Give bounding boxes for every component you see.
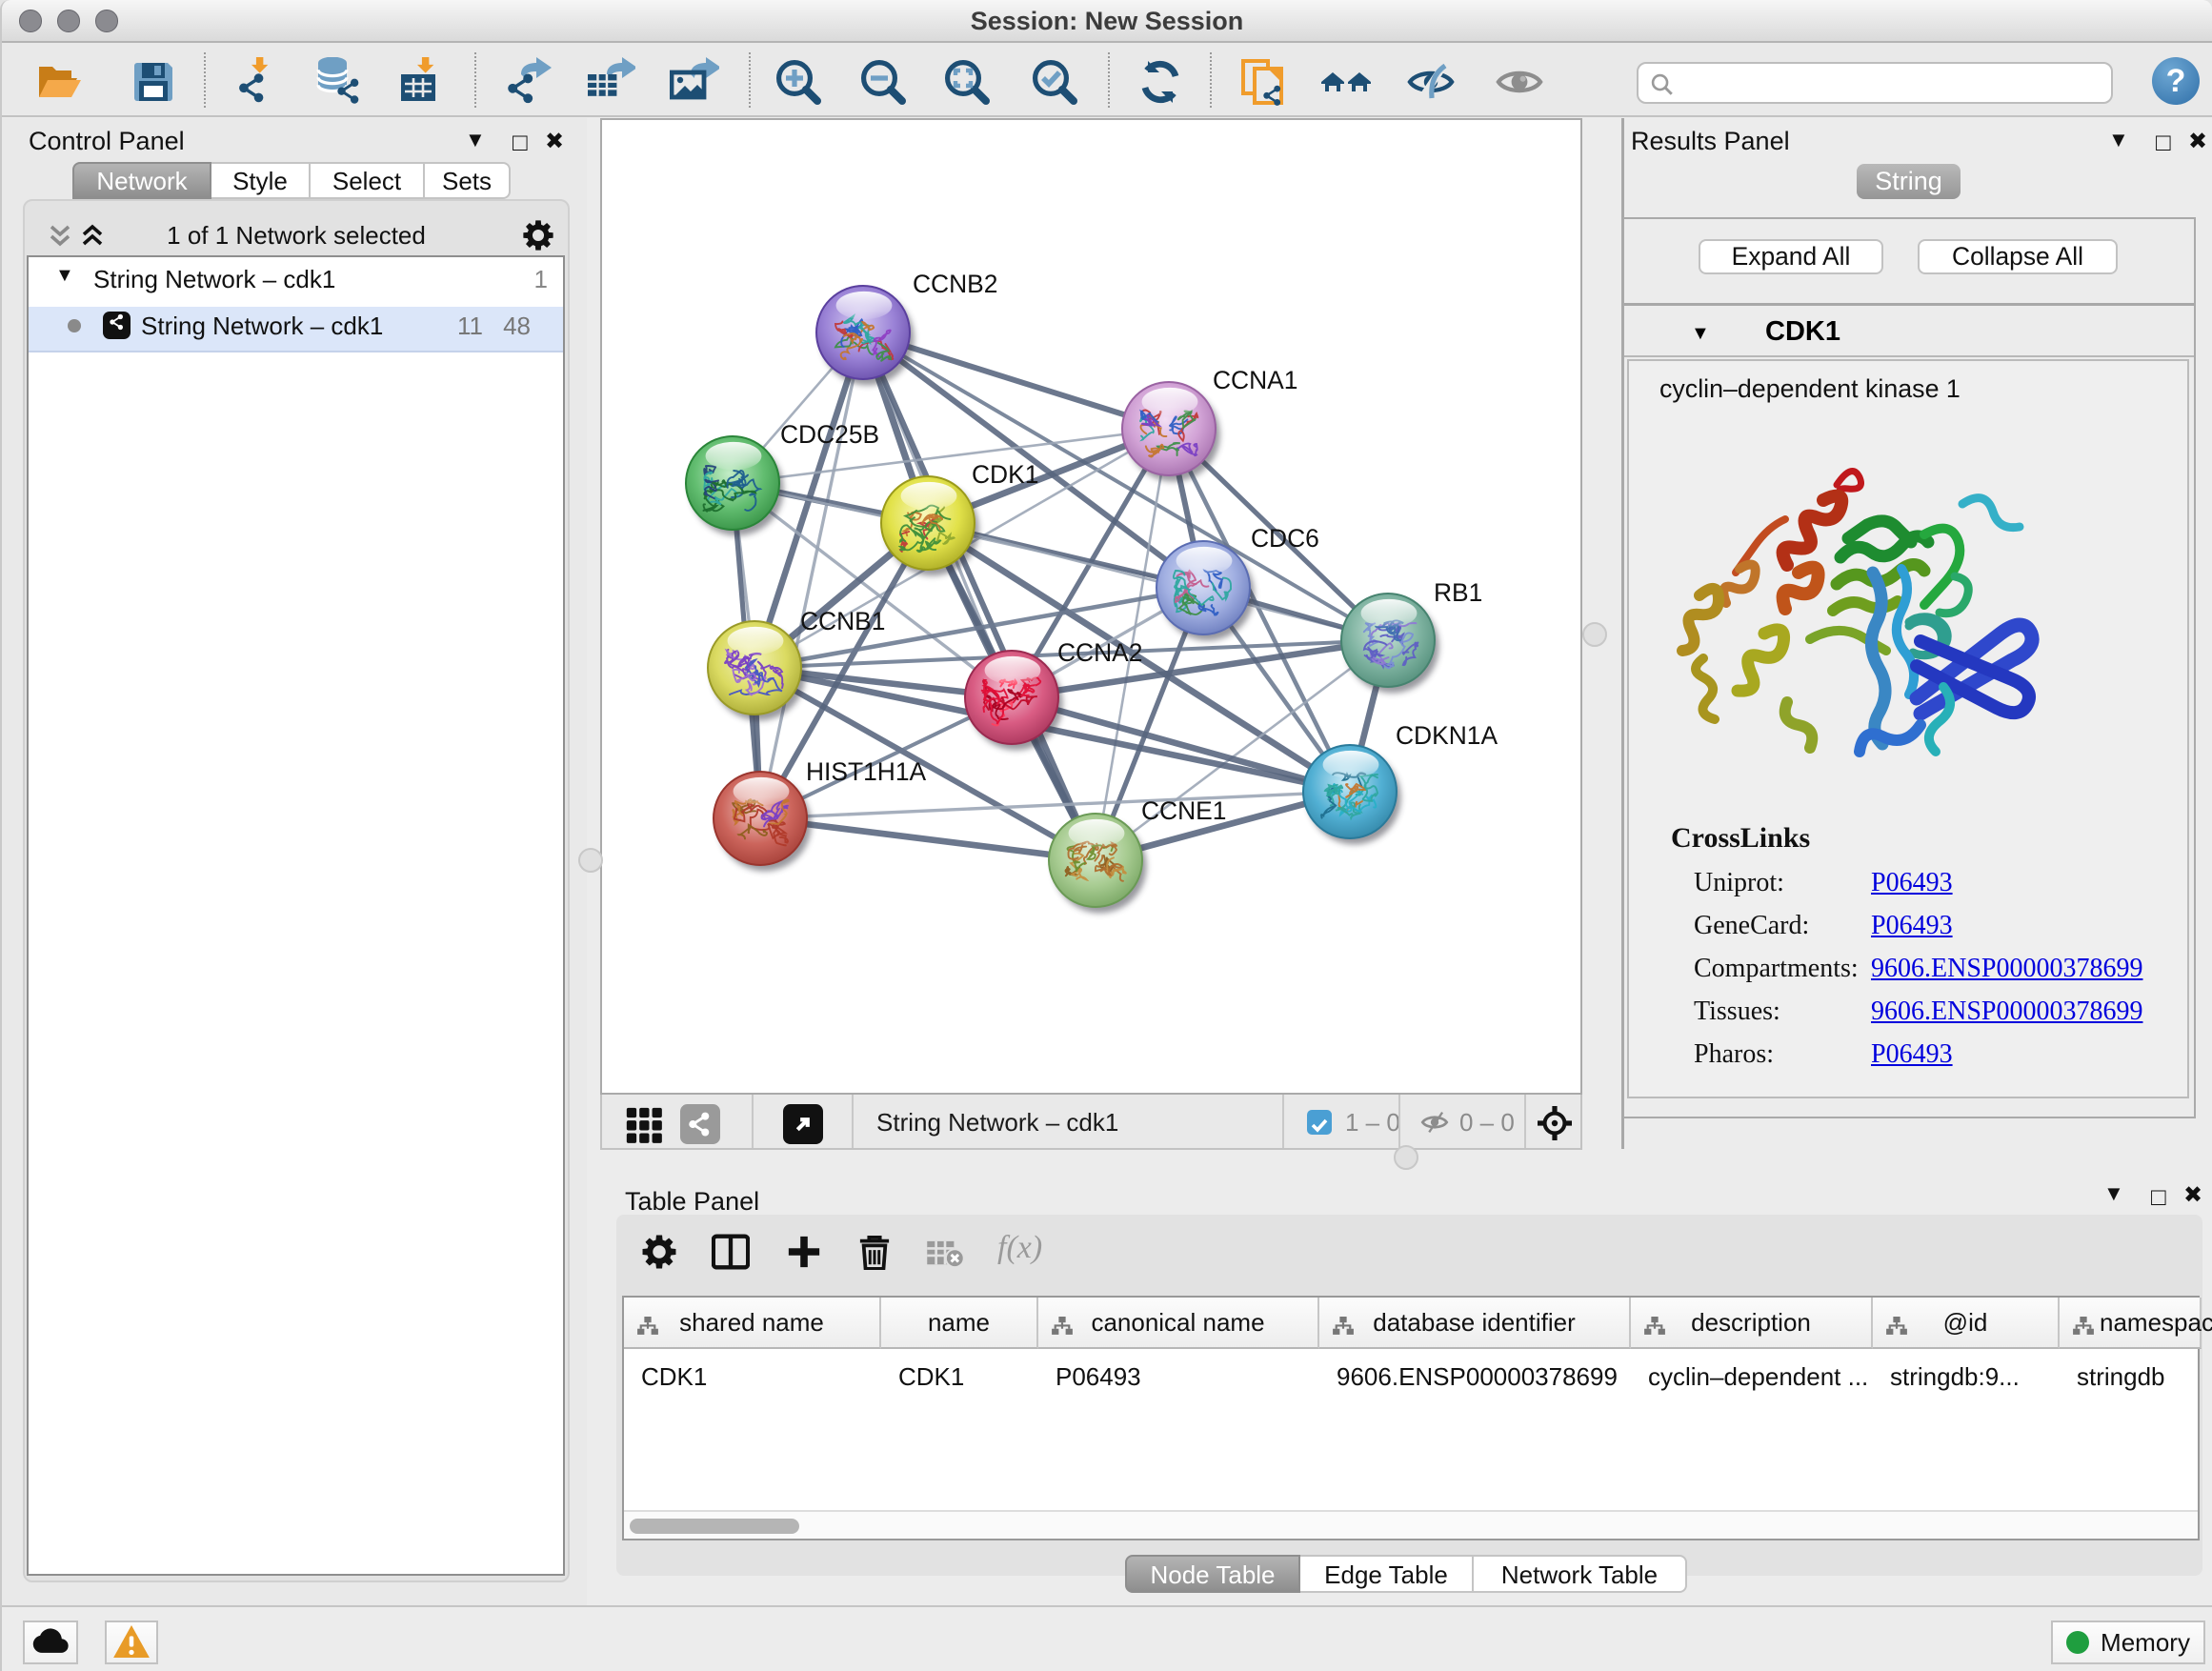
svg-text:CDC6: CDC6 bbox=[1251, 524, 1319, 553]
svg-text:CCNA1: CCNA1 bbox=[1213, 366, 1297, 394]
svg-text:HIST1H1A: HIST1H1A bbox=[806, 757, 927, 786]
svg-text:CCNB2: CCNB2 bbox=[913, 270, 997, 298]
svg-text:CCNE1: CCNE1 bbox=[1141, 796, 1226, 825]
svg-text:CCNA2: CCNA2 bbox=[1057, 638, 1142, 667]
svg-text:CDK1: CDK1 bbox=[972, 460, 1038, 489]
svg-text:CCNB1: CCNB1 bbox=[800, 607, 885, 635]
svg-text:CDKN1A: CDKN1A bbox=[1396, 721, 1498, 750]
svg-text:RB1: RB1 bbox=[1434, 578, 1482, 607]
svg-text:CDC25B: CDC25B bbox=[780, 420, 879, 449]
